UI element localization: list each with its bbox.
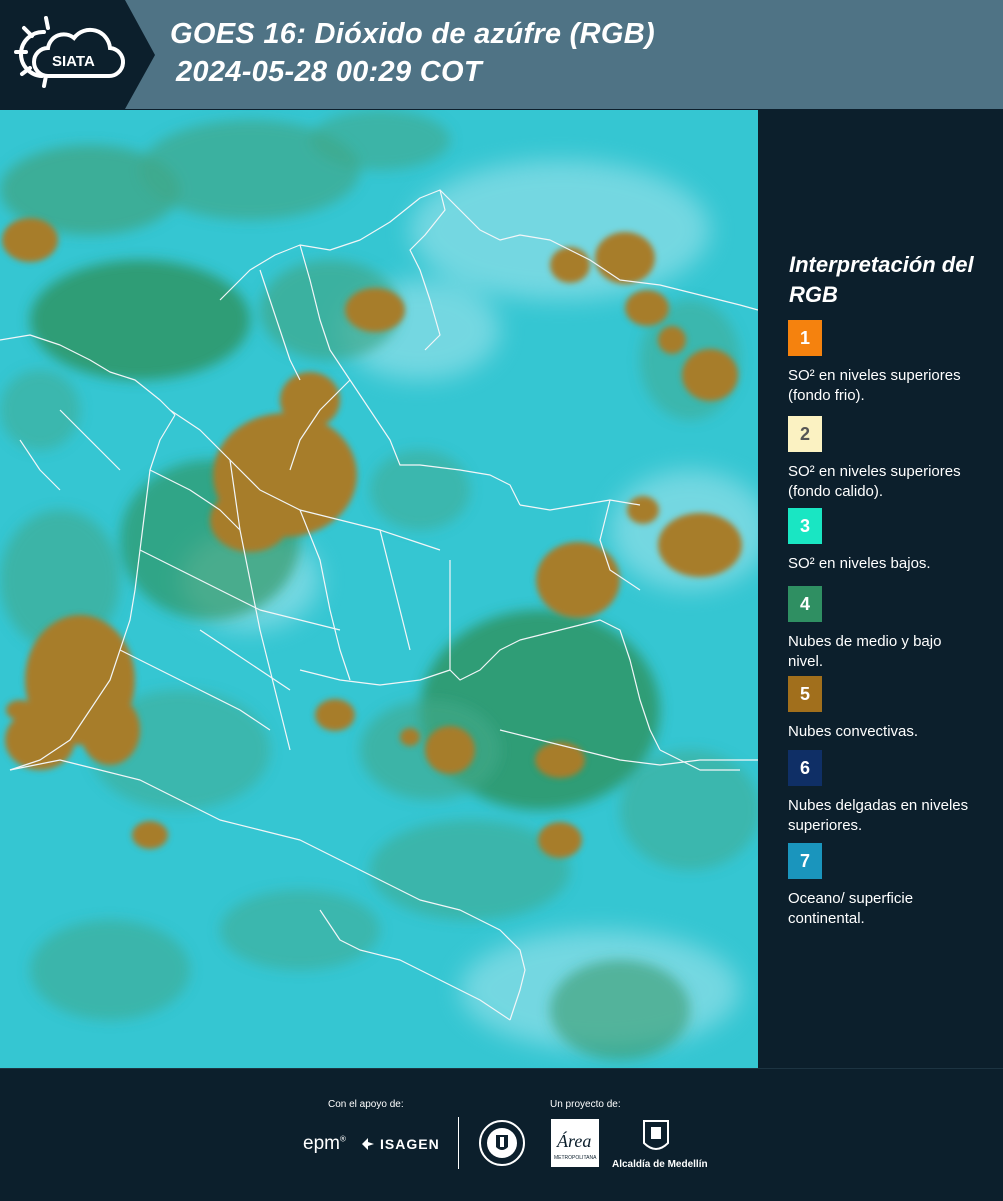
legend-label-4: Nubes de medio y bajo nivel. — [788, 633, 942, 670]
legend-number-6: 6 — [799, 757, 810, 778]
alcaldia-label: Alcaldía de Medellín — [612, 1159, 708, 1170]
siata-logo: SIATA — [14, 16, 126, 88]
legend-item-7: 7 Oceano/ superficie continental. — [788, 843, 998, 929]
siata-logo-text: SIATA — [52, 53, 95, 70]
area-logo-subtext: METROPOLITANA — [554, 1155, 597, 1161]
support-label: Con el apoyo de: — [328, 1099, 404, 1110]
legend-item-5: 5 Nubes convectivas. — [788, 676, 998, 742]
footer: Con el apoyo de: Un proyecto de: epm® IS… — [0, 1068, 1003, 1201]
header: SIATA GOES 16: Dióxido de azúfre (RGB) 2… — [0, 0, 1003, 109]
footer-divider — [458, 1117, 459, 1169]
satellite-rgb-image — [0, 110, 758, 1068]
legend-label-5: Nubes convectivas. — [788, 723, 919, 740]
legend-label-7: Oceano/ superficie continental. — [788, 890, 914, 927]
project-label: Un proyecto de: — [550, 1099, 621, 1110]
legend-panel: Interpretación del RGB 1 SO² en niveles … — [758, 110, 1003, 1068]
legend-title: Interpretación del RGB — [789, 252, 974, 307]
legend-number-7: 7 — [799, 850, 810, 871]
legend-swatch-7: 7 — [788, 843, 822, 879]
legend-number-3: 3 — [799, 515, 810, 536]
legend-number-2: 2 — [799, 423, 810, 444]
legend-item-6: 6 Nubes delgadas en niveles superiores. — [788, 750, 998, 836]
legend-item-3: 3 SO² en niveles bajos. — [788, 508, 998, 574]
isagen-logo-text: ISAGEN — [380, 1136, 440, 1152]
legend-swatch-3: 3 — [788, 508, 822, 544]
page-title: GOES 16: Dióxido de azúfre (RGB) — [170, 18, 655, 50]
legend-swatch-6: 6 — [788, 750, 822, 786]
alcaldia-shield-icon — [643, 1120, 669, 1150]
legend-label-6: Nubes delgadas en niveles superiores. — [788, 797, 969, 834]
page-timestamp: 2024-05-28 00:29 COT — [176, 56, 482, 88]
medellin-seal-icon — [479, 1120, 525, 1166]
epm-logo: epm® — [303, 1133, 346, 1154]
legend-swatch-2: 2 — [788, 416, 822, 452]
legend-number-5: 5 — [799, 683, 810, 704]
legend-swatch-4: 4 — [788, 586, 822, 622]
legend-number-1: 1 — [799, 327, 810, 348]
legend-swatch-5: 5 — [788, 676, 822, 712]
legend-label-3: SO² en niveles bajos. — [788, 555, 931, 572]
legend-label-2: SO² en niveles superiores (fondo calido)… — [788, 463, 961, 500]
legend-number-4: 4 — [799, 593, 810, 614]
header-band — [125, 0, 1003, 109]
satellite-map — [0, 110, 758, 1068]
area-logo-text: Área — [556, 1130, 591, 1151]
legend-item-1: 1 SO² en niveles superiores (fondo frio)… — [788, 320, 998, 406]
area-metropolitana-logo: Área METROPOLITANA — [551, 1119, 599, 1167]
isagen-mark-icon — [362, 1138, 374, 1150]
legend-item-2: 2 SO² en niveles superiores (fondo calid… — [788, 416, 998, 502]
legend-label-1: SO² en niveles superiores (fondo frio). — [788, 367, 961, 404]
isagen-logo: ISAGEN — [360, 1136, 440, 1152]
epm-logo-text: epm — [303, 1133, 340, 1154]
legend-swatch-1: 1 — [788, 320, 822, 356]
legend-item-4: 4 Nubes de medio y bajo nivel. — [788, 586, 998, 672]
